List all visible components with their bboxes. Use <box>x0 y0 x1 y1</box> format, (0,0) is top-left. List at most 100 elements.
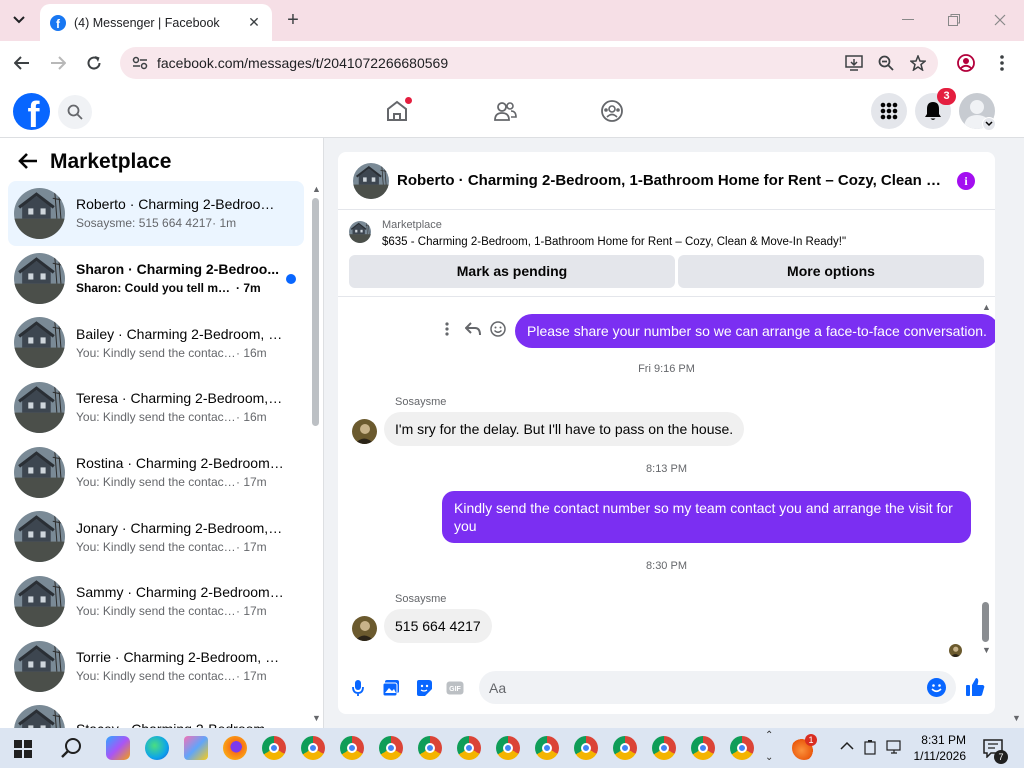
listing-thumbnail[interactable] <box>353 162 389 199</box>
menu-grid-button[interactable] <box>871 93 907 129</box>
chrome-window-icon[interactable] <box>496 736 520 760</box>
firefox-icon[interactable] <box>223 736 247 760</box>
conversation-item[interactable]: Rostina · Charming 2-Bedroom, ... You: K… <box>8 440 304 505</box>
message-input-box[interactable] <box>479 671 956 704</box>
browser-menu-icon[interactable] <box>991 52 1013 74</box>
tab-close-button[interactable]: ✕ <box>246 14 262 31</box>
windows-start-button[interactable] <box>14 740 32 761</box>
sender-avatar[interactable] <box>352 419 377 444</box>
install-app-icon[interactable] <box>842 51 866 75</box>
minimize-button[interactable] <box>898 10 918 30</box>
home-nav[interactable] <box>383 97 412 125</box>
facebook-logo[interactable]: f <box>13 93 50 130</box>
chat-scrollbar[interactable] <box>982 602 989 642</box>
page-scroll-down[interactable]: ▼ <box>1012 713 1021 723</box>
more-options-button[interactable]: More options <box>678 255 984 288</box>
site-settings-icon[interactable] <box>128 51 152 75</box>
gif-icon[interactable]: GIF <box>445 678 465 698</box>
restore-button[interactable] <box>944 10 964 30</box>
info-icon[interactable]: i <box>957 172 975 190</box>
chrome-window-icon[interactable] <box>535 736 559 760</box>
chrome-window-icon[interactable] <box>262 736 286 760</box>
edge-browser-icon[interactable] <box>145 736 169 760</box>
conversation-item[interactable]: Sammy · Charming 2-Bedroom, ... You: Kin… <box>8 569 304 634</box>
copilot-icon[interactable] <box>106 736 130 760</box>
chrome-window-icon[interactable] <box>574 736 598 760</box>
browser-tab[interactable]: f (4) Messenger | Facebook ✕ <box>40 4 272 41</box>
chrome-window-icon[interactable] <box>691 736 715 760</box>
outgoing-message[interactable]: Kindly send the contact number so my tea… <box>442 491 971 543</box>
sidebar-scroll-up[interactable]: ▲ <box>312 184 321 194</box>
notification-count-badge: 3 <box>937 88 956 105</box>
reply-icon[interactable] <box>464 320 482 338</box>
like-thumb-icon[interactable] <box>964 676 986 698</box>
browser-tab-bar: f (4) Messenger | Facebook ✕ + <box>0 0 1024 41</box>
mark-as-pending-button[interactable]: Mark as pending <box>349 255 675 288</box>
network-icon[interactable] <box>886 739 902 758</box>
conversation-name: Torrie · Charming 2-Bedroom, 1-... <box>76 649 286 666</box>
conversation-item[interactable]: Jonary · Charming 2-Bedroom, 1... You: K… <box>8 504 304 569</box>
conversation-thumbnail <box>14 381 65 433</box>
conversation-item[interactable]: Stacey · Charming 2-Bedroom, 1... <box>8 699 304 728</box>
reload-button[interactable] <box>83 52 105 74</box>
sidebar-scrollbar[interactable] <box>312 198 319 426</box>
bookmark-star-icon[interactable] <box>906 51 930 75</box>
chrome-window-icon[interactable] <box>457 736 481 760</box>
chrome-window-icon[interactable] <box>379 736 403 760</box>
taskbar-overflow-up[interactable]: ⌃ <box>765 730 773 741</box>
show-hidden-icons-button[interactable] <box>840 739 854 754</box>
listing-mini-thumbnail[interactable] <box>349 221 371 243</box>
paint-app-icon[interactable] <box>184 736 208 760</box>
chat-title[interactable]: Roberto · Charming 2-Bedroom, 1-Bathroom… <box>397 172 947 189</box>
battery-icon[interactable] <box>864 739 876 758</box>
thread-scroll-up[interactable]: ▲ <box>982 302 991 312</box>
conversation-item[interactable]: Torrie · Charming 2-Bedroom, 1-... You: … <box>8 634 304 699</box>
sender-avatar[interactable] <box>352 616 377 641</box>
chrome-window-icon[interactable] <box>301 736 325 760</box>
chrome-window-icon[interactable] <box>652 736 676 760</box>
taskbar-overflow-down[interactable]: ⌄ <box>765 752 773 763</box>
conversation-preview: Sosaysme: 515 664 4217 <box>76 216 213 231</box>
conversation-time: · 17m <box>236 604 267 619</box>
back-arrow-button[interactable] <box>18 152 38 173</box>
conversation-item[interactable]: Bailey · Charming 2-Bedroom, 1... You: K… <box>8 310 304 375</box>
conversation-item[interactable]: Roberto · Charming 2-Bedroom,... Sosaysm… <box>8 181 304 246</box>
forward-button[interactable] <box>47 52 69 74</box>
chevron-down-icon <box>13 16 25 24</box>
weather-badge: 1 <box>805 734 817 746</box>
voice-clip-icon[interactable] <box>348 678 368 698</box>
react-emoji-icon[interactable] <box>489 320 507 338</box>
new-tab-button[interactable]: + <box>283 8 303 32</box>
address-bar[interactable]: facebook.com/messages/t/2041072266680569 <box>120 47 938 79</box>
chrome-window-icon[interactable] <box>418 736 442 760</box>
chrome-window-icon[interactable] <box>730 736 754 760</box>
taskbar-search-button[interactable] <box>60 737 82 762</box>
conversation-item[interactable]: Sharon · Charming 2-Bedroo... Sharon: Co… <box>8 246 304 311</box>
message-input[interactable] <box>489 679 909 696</box>
account-dropdown-button[interactable] <box>982 117 996 131</box>
tab-search-dropdown[interactable] <box>8 9 30 31</box>
facebook-search-button[interactable] <box>58 95 92 129</box>
more-actions-icon[interactable] <box>438 320 456 338</box>
conversation-item[interactable]: Teresa · Charming 2-Bedroom, 1... You: K… <box>8 375 304 440</box>
conversation-time: · 17m <box>236 669 267 684</box>
incoming-message[interactable]: 515 664 4217 <box>384 609 492 643</box>
close-window-button[interactable] <box>990 10 1010 30</box>
chrome-window-icon[interactable] <box>613 736 637 760</box>
emoji-picker-icon[interactable] <box>927 678 946 697</box>
zoom-icon[interactable] <box>874 51 898 75</box>
conversation-preview-row: Sosaysme: 515 664 4217 · 1m <box>76 216 286 230</box>
friends-nav[interactable] <box>491 97 519 125</box>
profile-icon[interactable] <box>955 52 977 74</box>
thread-scroll-down[interactable]: ▼ <box>982 645 991 655</box>
listing-title[interactable]: $635 - Charming 2-Bedroom, 1-Bathroom Ho… <box>382 236 846 248</box>
sticker-icon[interactable] <box>414 678 434 698</box>
groups-nav[interactable] <box>598 97 626 125</box>
incoming-message[interactable]: I'm sry for the delay. But I'll have to … <box>384 412 745 446</box>
outgoing-message[interactable]: Please share your number so we can arran… <box>515 314 995 348</box>
back-button[interactable] <box>11 52 33 74</box>
photo-icon[interactable] <box>381 678 401 698</box>
sidebar-scroll-down[interactable]: ▼ <box>312 713 321 723</box>
chrome-window-icon[interactable] <box>340 736 364 760</box>
system-clock[interactable]: 8:31 PM 1/11/2026 <box>912 732 967 764</box>
